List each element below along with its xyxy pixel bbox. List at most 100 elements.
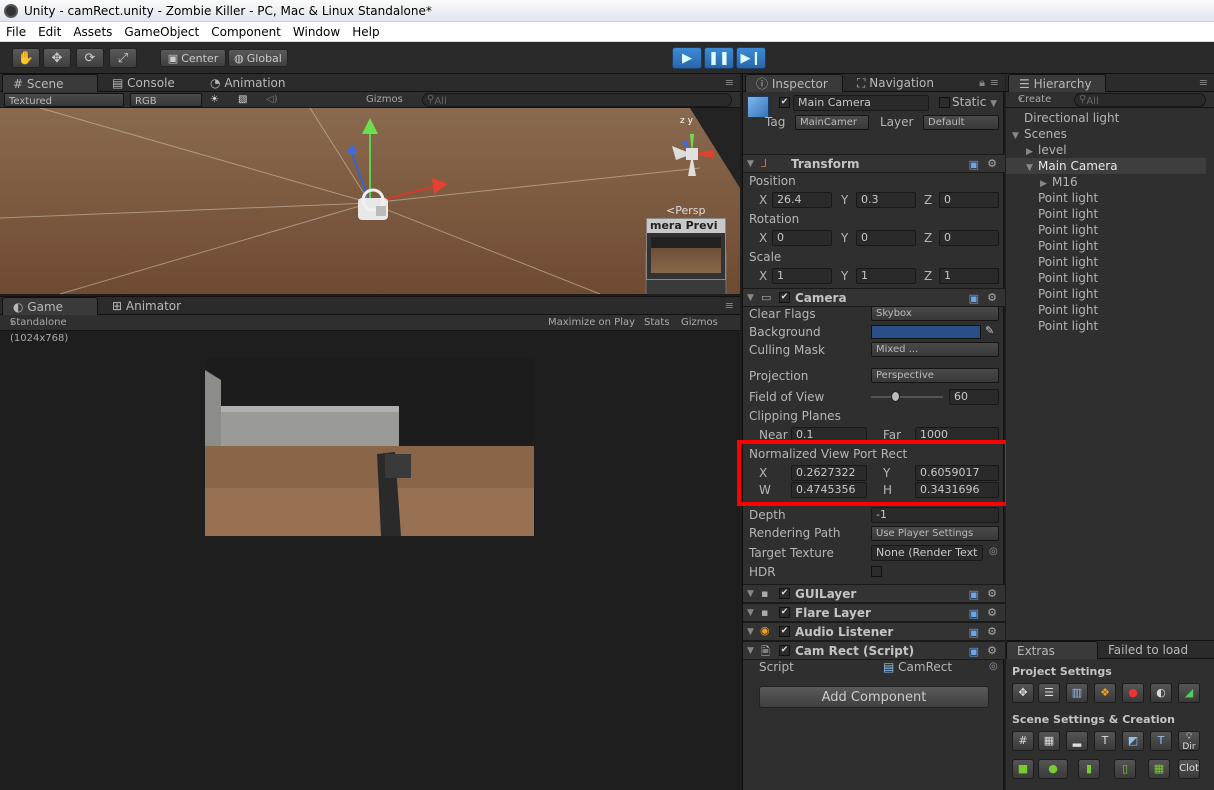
menu-component[interactable]: Component (205, 22, 287, 42)
camera-header[interactable]: ▼ ▭ ✔ Camera ▣ ⚙ (743, 288, 1005, 307)
audio-listener-checkbox[interactable]: ✔ (779, 626, 790, 637)
directional-light-button[interactable]: 💡︎ Dir (1178, 731, 1200, 752)
cube-icon[interactable]: ■ (1012, 759, 1034, 779)
step-button[interactable]: ▶❙ (736, 47, 766, 69)
guilayer-header[interactable]: ▼ ▪ ✔ GUILayer ▣ ⚙ (743, 584, 1005, 603)
camera-help-icon[interactable]: ▣ (969, 292, 979, 305)
hierarchy-item[interactable]: Point light (1006, 206, 1206, 222)
text-mesh-icon[interactable]: T (1094, 731, 1116, 751)
tab-console[interactable]: ▤ Console (102, 74, 185, 92)
game-panel-menu-icon[interactable]: ≡ (725, 299, 734, 312)
rotation-z-field[interactable]: 0 (939, 230, 999, 246)
menu-window[interactable]: Window (287, 22, 346, 42)
transform-header[interactable]: ▼ ⅃ Transform ▣ ⚙ (743, 154, 1005, 173)
transform-collapse-icon[interactable]: ▼ (747, 159, 754, 169)
camrect-collapse-icon[interactable]: ▼ (747, 646, 754, 656)
hierarchy-item[interactable]: Point light (1006, 238, 1206, 254)
tab-game[interactable]: ◐ Game (2, 297, 98, 315)
hierarchy-item[interactable]: Point light (1006, 318, 1206, 334)
static-label[interactable]: Static ▼ (952, 95, 997, 109)
flare-layer-gear-icon[interactable]: ⚙ (987, 606, 997, 619)
stats-toggle[interactable]: Stats (644, 315, 670, 331)
audio-toggle-icon[interactable]: ◁) (266, 92, 278, 108)
camrect-checkbox[interactable]: ✔ (779, 645, 790, 656)
graphics-settings-icon[interactable]: ◢ (1178, 683, 1200, 703)
hierarchy-item[interactable]: ▶ M16 (1006, 174, 1206, 190)
hierarchy-search-input[interactable]: ⚲ All (1074, 93, 1206, 107)
move-tool-icon[interactable]: ✥ (43, 48, 71, 68)
help-book-icon[interactable]: ▣ (969, 158, 979, 171)
camera-gear-icon[interactable]: ⚙ (987, 291, 997, 304)
hierarchy-item[interactable]: Point light (1006, 270, 1206, 286)
input-settings-icon[interactable]: ✥ (1012, 683, 1034, 703)
tag-dropdown[interactable]: MainCamer (795, 115, 869, 130)
hierarchy-item[interactable]: ▼ Main Camera (1006, 158, 1206, 174)
flare-layer-header[interactable]: ▼ ▪ ✔ Flare Layer ▣ ⚙ (743, 603, 1005, 622)
guilayer-help-icon[interactable]: ▣ (969, 588, 979, 601)
scale-z-field[interactable]: 1 (939, 268, 999, 284)
scale-y-field[interactable]: 1 (856, 268, 916, 284)
menu-assets[interactable]: Assets (67, 22, 118, 42)
quality-settings-icon[interactable]: ◐ (1150, 683, 1172, 703)
clear-flags-dropdown[interactable]: Skybox (871, 306, 999, 321)
panel-menu-icon[interactable]: ≡ (725, 76, 734, 89)
fov-field[interactable]: 60 (949, 389, 999, 405)
image-toggle-icon[interactable]: ▧ (238, 92, 247, 108)
static-checkbox[interactable] (939, 97, 950, 108)
rendering-path-dropdown[interactable]: Use Player Settings (871, 526, 999, 541)
cylinder-icon[interactable]: ▯ (1114, 759, 1136, 779)
hand-tool-icon[interactable]: ✋ (12, 48, 40, 68)
camera-collapse-icon[interactable]: ▼ (747, 293, 754, 303)
component-settings-gear-icon[interactable]: ⚙ (987, 157, 997, 170)
menu-gameobject[interactable]: GameObject (118, 22, 205, 42)
lock-icon[interactable]: 🔒︎ (979, 76, 985, 90)
background-color-swatch[interactable] (871, 325, 981, 339)
rotation-x-field[interactable]: 0 (772, 230, 832, 246)
eyedropper-icon[interactable]: ✎ (985, 324, 994, 337)
depth-field[interactable]: -1 (871, 507, 999, 523)
hierarchy-item[interactable]: Point light (1006, 286, 1206, 302)
tab-animation[interactable]: ◔ Animation (200, 74, 296, 92)
checker-icon[interactable]: ▦ (1038, 731, 1060, 751)
hierarchy-item[interactable]: Directional light (1006, 110, 1206, 126)
camera-enabled-checkbox[interactable]: ✔ (779, 292, 790, 303)
scale-tool-icon[interactable]: ⤢ (109, 48, 137, 68)
maximize-on-play-toggle[interactable]: Maximize on Play (548, 315, 635, 331)
menu-file[interactable]: File (0, 22, 32, 42)
hierarchy-item[interactable]: Point light (1006, 190, 1206, 206)
audio-listener-header[interactable]: ▼ ◉ ✔ Audio Listener ▣ ⚙ (743, 622, 1005, 641)
flare-layer-collapse-icon[interactable]: ▼ (747, 608, 754, 618)
scene-orientation-gizmo[interactable]: z y (662, 116, 722, 184)
hierarchy-item[interactable]: ▼ Scenes (1006, 126, 1206, 142)
terrain-icon[interactable]: ▂ (1066, 731, 1088, 751)
position-x-field[interactable]: 26.4 (772, 192, 832, 208)
capsule-icon[interactable]: ▮ (1078, 759, 1100, 779)
target-texture-field[interactable]: None (Render Text (871, 545, 983, 561)
fov-slider-track[interactable] (871, 396, 943, 398)
inspector-menu-icon[interactable]: ≡ (990, 76, 999, 89)
flare-layer-checkbox[interactable]: ✔ (779, 607, 790, 618)
hierarchy-item[interactable]: Point light (1006, 254, 1206, 270)
projection-dropdown[interactable]: Perspective (871, 368, 999, 383)
position-y-field[interactable]: 0.3 (856, 192, 916, 208)
rotation-y-field[interactable]: 0 (856, 230, 916, 246)
tab-extras[interactable]: Extras (1006, 641, 1098, 659)
tab-scene[interactable]: # Scene (2, 74, 98, 92)
rotate-tool-icon[interactable]: ⟳ (76, 48, 104, 68)
camrect-script-header[interactable]: ▼ 🗎︎ ✔ Cam Rect (Script) ▣ ⚙ (743, 641, 1005, 660)
gizmos-dropdown[interactable]: Gizmos (366, 92, 403, 108)
scale-x-field[interactable]: 1 (772, 268, 832, 284)
scene-viewport[interactable]: z y <Persp mera Previ (0, 108, 740, 294)
camrect-gear-icon[interactable]: ⚙ (987, 644, 997, 657)
audio-listener-help-icon[interactable]: ▣ (969, 626, 979, 639)
render-mode-dropdown[interactable]: RGB (130, 93, 202, 107)
camrect-help-icon[interactable]: ▣ (969, 645, 979, 658)
tab-animator[interactable]: ⊞ Animator (102, 297, 191, 315)
sphere-icon[interactable]: ● (1038, 759, 1068, 779)
active-checkbox[interactable]: ✔ (779, 97, 790, 108)
hierarchy-item[interactable]: Point light (1006, 302, 1206, 318)
culling-mask-dropdown[interactable]: Mixed ... (871, 342, 999, 357)
tab-navigation[interactable]: ⛶ Navigation (847, 74, 944, 92)
tab-hierarchy[interactable]: ☰ Hierarchy (1008, 74, 1106, 92)
hierarchy-item[interactable]: ▶ level (1006, 142, 1206, 158)
